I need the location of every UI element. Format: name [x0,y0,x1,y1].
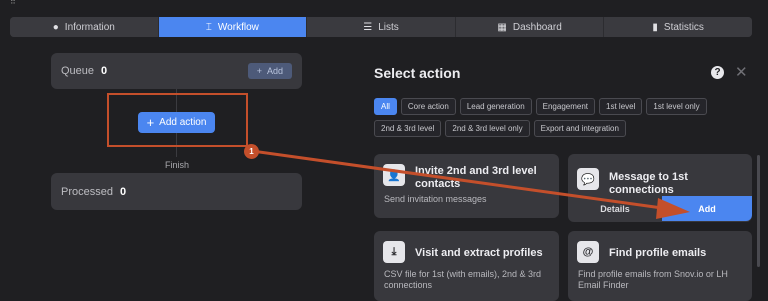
help-icon[interactable]: ? [711,66,724,79]
action-card-invite[interactable]: 👤 Invite 2nd and 3rd level contacts Send… [374,154,559,218]
filter-2nd-3rd-level-only[interactable]: 2nd & 3rd level only [445,120,530,137]
processed-card: Processed 0 [51,173,302,210]
tab-label: Workflow [217,21,259,33]
plus-icon: + [256,66,262,76]
queue-add-label: Add [266,66,283,76]
tab-dashboard[interactable]: ▦ Dashboard [455,17,605,37]
person-add-icon: 👤 [383,164,405,186]
tab-bar: ● Information ⌶ Workflow ☰ Lists ▦ Dashb… [10,17,752,37]
action-title: Message to 1st connections [609,171,688,196]
tab-label: Information [64,21,115,33]
tab-workflow[interactable]: ⌶ Workflow [158,17,308,37]
filter-core-action[interactable]: Core action [400,98,456,115]
filter-2nd-3rd-level[interactable]: 2nd & 3rd level [374,120,442,137]
panel-title: Select action [374,65,461,81]
filter-1st-level-only[interactable]: 1st level only [646,98,707,115]
highlight-box [107,93,248,147]
bar-chart-icon: ▮ [652,21,658,33]
finish-label: Finish [165,160,190,170]
scrollbar[interactable] [757,155,760,267]
workflow-icon: ⌶ [205,21,212,33]
tab-information[interactable]: ● Information [10,17,159,37]
action-description: CSV file for 1st (with emails), 2nd & 3r… [384,269,542,290]
step-badge: 1 [244,144,259,159]
details-button[interactable]: Details [568,196,662,221]
dashboard-icon: ▦ [497,21,507,33]
tab-label: Statistics [663,21,704,33]
tab-label: Lists [378,21,399,33]
action-card-message[interactable]: 💬 Message to 1st connections Details Add [568,154,752,222]
close-icon[interactable]: ✕ [735,63,748,81]
processed-label: Processed [61,185,113,198]
filter-row: 2nd & 3rd level 2nd & 3rd level only Exp… [374,120,626,137]
action-card-visit-extract[interactable]: ⤓ Visit and extract profiles CSV file fo… [374,231,559,301]
queue-label: Queue [61,65,95,77]
processed-count: 0 [119,185,127,198]
filter-export-integration[interactable]: Export and integration [533,120,626,137]
queue-count: 0 [101,65,108,77]
tab-label: Dashboard [512,21,562,33]
filter-engagement[interactable]: Engagement [535,98,596,115]
window-menu-dots[interactable]: ⠿ [10,0,20,6]
queue-card: Queue 0 + Add [51,53,302,89]
at-sign-icon: @ [577,241,599,263]
person-download-icon: ⤓ [383,241,405,263]
filter-row: All Core action Lead generation Engageme… [374,98,707,115]
list-icon: ☰ [363,21,373,33]
info-icon: ● [52,21,59,33]
tab-statistics[interactable]: ▮ Statistics [604,17,752,37]
tab-lists[interactable]: ☰ Lists [307,17,456,37]
action-description: Send invitation messages [384,194,487,204]
queue-add-button[interactable]: + Add [247,63,292,79]
add-button[interactable]: Add [662,196,752,221]
filter-all[interactable]: All [374,98,397,115]
filter-1st-level[interactable]: 1st level [599,98,643,115]
chat-icon: 💬 [577,168,599,190]
action-description: Find profile emails from Snov.io or LH E… [578,269,728,290]
action-card-find-emails[interactable]: @ Find profile emails Find profile email… [568,231,752,301]
action-title: Invite 2nd and 3rd level contacts [415,165,537,190]
action-title: Visit and extract profiles [415,247,543,259]
filter-lead-generation[interactable]: Lead generation [459,98,532,115]
action-title: Find profile emails [609,247,707,259]
